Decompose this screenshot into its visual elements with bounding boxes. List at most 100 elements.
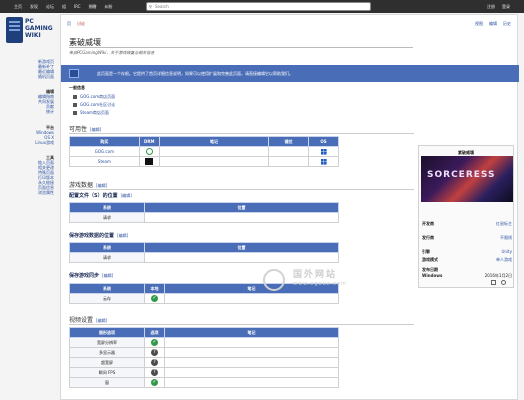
watermark-title: 国外网站 bbox=[293, 270, 338, 280]
availability-edit-link[interactable]: [编辑] bbox=[90, 127, 101, 132]
sidebar-nav-edit: 编辑 编辑指南 共同发展 贡献 统计 bbox=[38, 87, 54, 114]
video-row-windowed[interactable]: 窗 bbox=[69, 377, 145, 388]
sidebar-item-browse[interactable]: 浏览属性 bbox=[38, 190, 54, 195]
unknown-icon: ? bbox=[151, 369, 158, 376]
top-menu-group[interactable]: 组 bbox=[62, 4, 66, 10]
unknown-icon: ? bbox=[151, 359, 158, 366]
edit-icon[interactable] bbox=[501, 280, 506, 285]
col-native: 本地 bbox=[144, 283, 165, 294]
save-row-label: 请求 bbox=[69, 252, 145, 263]
table-row: 请求 bbox=[69, 212, 339, 223]
infobox-row-engine: 引擎 Unity bbox=[422, 249, 512, 254]
developer-link[interactable]: 红鼠标主 bbox=[496, 221, 512, 227]
game-cover-image[interactable]: SORCERESS bbox=[421, 156, 513, 202]
config-edit-link[interactable]: [编辑] bbox=[121, 193, 132, 198]
col-system: 系统 bbox=[69, 283, 145, 294]
sidebar-nav-main: 新游戏页 最新补丁 最近编辑 随机页面 bbox=[38, 59, 54, 79]
gamedata-heading: 游戏数据 [编辑] bbox=[69, 182, 108, 189]
login-link[interactable]: 登录 bbox=[502, 4, 510, 10]
check-icon: ✓ bbox=[151, 379, 158, 386]
engine-link[interactable]: Unity bbox=[501, 249, 512, 254]
save-edit-link[interactable]: [编辑] bbox=[117, 233, 128, 238]
gog-drm-icon bbox=[145, 148, 153, 155]
pcgamingwiki-logo[interactable]: PC GAMING WIKI bbox=[6, 17, 58, 59]
register-link[interactable]: 注册 bbox=[487, 4, 495, 10]
tab-view[interactable]: 视图 bbox=[475, 21, 483, 27]
top-menu-disputes[interactable]: 纠纷 bbox=[105, 4, 113, 10]
publisher-link[interactable]: 不限线 bbox=[500, 235, 512, 241]
tab-page[interactable]: 页 bbox=[67, 21, 71, 27]
sync-row-label[interactable]: 云存 bbox=[69, 293, 145, 304]
store-link-steam[interactable]: Steam商店页面 bbox=[73, 110, 109, 116]
release-date: 2016年1月2日 bbox=[484, 273, 512, 278]
stub-notice: 此页面是一个存根。它提供了首页详细信息说明，如果可以使用扩展和完善此页面，请直接… bbox=[61, 65, 519, 82]
check-icon: ✓ bbox=[151, 295, 158, 302]
tab-discussion[interactable]: 讨论 bbox=[77, 21, 85, 27]
col-purchase: 购买 bbox=[69, 136, 140, 147]
store-link-gog-forum[interactable]: GOG.com社区讨论 bbox=[73, 102, 115, 108]
sidebar-item-stats[interactable]: 统计 bbox=[38, 109, 54, 114]
top-menu-explore[interactable]: 发现 bbox=[30, 4, 38, 10]
info-icon bbox=[69, 69, 79, 78]
search-input[interactable]: ⚲ Search bbox=[146, 2, 371, 11]
save-sync-heading: 保存游戏同步 [编辑] bbox=[69, 273, 114, 279]
sidebar-nav-tools: 工具 链入页面 相关更改 特殊页面 打印版本 永久链接 页面信息 浏览属性 bbox=[38, 153, 54, 195]
sidebar: PC GAMING WIKI 新游戏页 最新补丁 最近编辑 随机页面 编辑 编辑… bbox=[0, 13, 57, 400]
table-row: 请求 bbox=[69, 252, 339, 263]
top-menu-home[interactable]: 主页 bbox=[14, 4, 22, 10]
col-state: 选项 bbox=[144, 327, 165, 338]
cover-logo-text: SORCERESS bbox=[427, 170, 496, 180]
col-notes: 笔记 bbox=[164, 327, 339, 338]
sidebar-item-linux[interactable]: Linux游戏 bbox=[35, 140, 54, 145]
table-row: 瞬间 FPS? bbox=[69, 367, 339, 378]
camera-icon[interactable] bbox=[491, 280, 496, 285]
table-row: 窗 ✓ bbox=[69, 377, 339, 388]
stub-notice-text: 此页面是一个存根。它提供了首页详细信息说明，如果可以使用扩展和完善此页面，请直接… bbox=[97, 71, 293, 76]
gog-icon bbox=[73, 95, 77, 99]
top-menu-irc[interactable]: IRC bbox=[74, 4, 81, 10]
page-tabs: 页 讨论 bbox=[67, 21, 85, 27]
col-keys: 键位 bbox=[268, 136, 310, 147]
steam-drm-icon bbox=[145, 158, 154, 165]
top-menu-donate[interactable]: 捐赠 bbox=[89, 4, 97, 10]
video-edit-link[interactable]: [编辑] bbox=[96, 318, 107, 323]
store-link-gog[interactable]: GOG.com商店页面 bbox=[73, 94, 115, 100]
site-watermark: 国外网站 www.egouz.com bbox=[263, 267, 403, 295]
logo-text: PC GAMING WIKI bbox=[25, 18, 53, 39]
content-area: 页 讨论 视图 编辑 历史 素破威壤 来自PCGamingWiki，关于游戏修复… bbox=[60, 14, 519, 400]
check-icon: ✓ bbox=[151, 339, 158, 346]
windows-icon bbox=[320, 158, 327, 165]
sync-edit-link[interactable]: [编辑] bbox=[102, 273, 113, 278]
table-row: GOG.com bbox=[69, 146, 339, 157]
top-menu-forum[interactable]: 论坛 bbox=[46, 4, 54, 10]
sidebar-item-random[interactable]: 随机页面 bbox=[38, 74, 54, 79]
gamedata-divider bbox=[69, 189, 414, 190]
video-row-multimonitor[interactable]: 多显示器 bbox=[69, 347, 145, 358]
video-divider bbox=[69, 324, 414, 325]
video-row-fps[interactable]: 瞬间 FPS bbox=[69, 367, 145, 378]
mode-link[interactable]: 单人游戏 bbox=[496, 257, 512, 263]
table-row: 宽屏分辨率 ✓ bbox=[69, 337, 339, 348]
title-divider bbox=[69, 47, 413, 48]
windows-icon bbox=[320, 148, 327, 155]
search-icon: ⚲ bbox=[149, 4, 152, 9]
watermark-url: www.egouz.com bbox=[293, 281, 347, 287]
availability-table: 购买 DRM 笔记 键位 OS GOG.com Steam bbox=[69, 136, 339, 167]
video-table: 图形选项 选项 笔记 宽屏分辨率 ✓ 多显示器? 超宽屏? 瞬间 FPS? 窗 ✓ bbox=[69, 327, 339, 388]
config-location-heading: 配置文件（S）的位置 [编辑] bbox=[69, 193, 132, 199]
gamedata-edit-link[interactable]: [编辑] bbox=[96, 183, 107, 188]
view-tabs: 视图 编辑 历史 bbox=[475, 21, 511, 27]
tab-history[interactable]: 历史 bbox=[503, 21, 511, 27]
store-steam-link[interactable]: Steam bbox=[69, 156, 140, 167]
top-bar: 主页 发现 论坛 组 IRC 捐赠 纠纷 ⚲ Search 注册 登录 bbox=[0, 0, 524, 13]
infobox-row-developer: 开发商 红鼠标主 bbox=[422, 221, 512, 227]
video-heading: 视频设置 [编辑] bbox=[69, 317, 108, 324]
table-row: 多显示器? bbox=[69, 347, 339, 358]
store-gog-link[interactable]: GOG.com bbox=[69, 146, 140, 157]
table-row: 超宽屏? bbox=[69, 357, 339, 368]
col-location: 位置 bbox=[144, 242, 339, 253]
tab-edit[interactable]: 编辑 bbox=[489, 21, 497, 27]
config-table: 系统 位置 请求 bbox=[69, 202, 339, 223]
video-row-widescreen[interactable]: 宽屏分辨率 bbox=[69, 337, 145, 348]
video-row-ultrawide[interactable]: 超宽屏 bbox=[69, 357, 145, 368]
